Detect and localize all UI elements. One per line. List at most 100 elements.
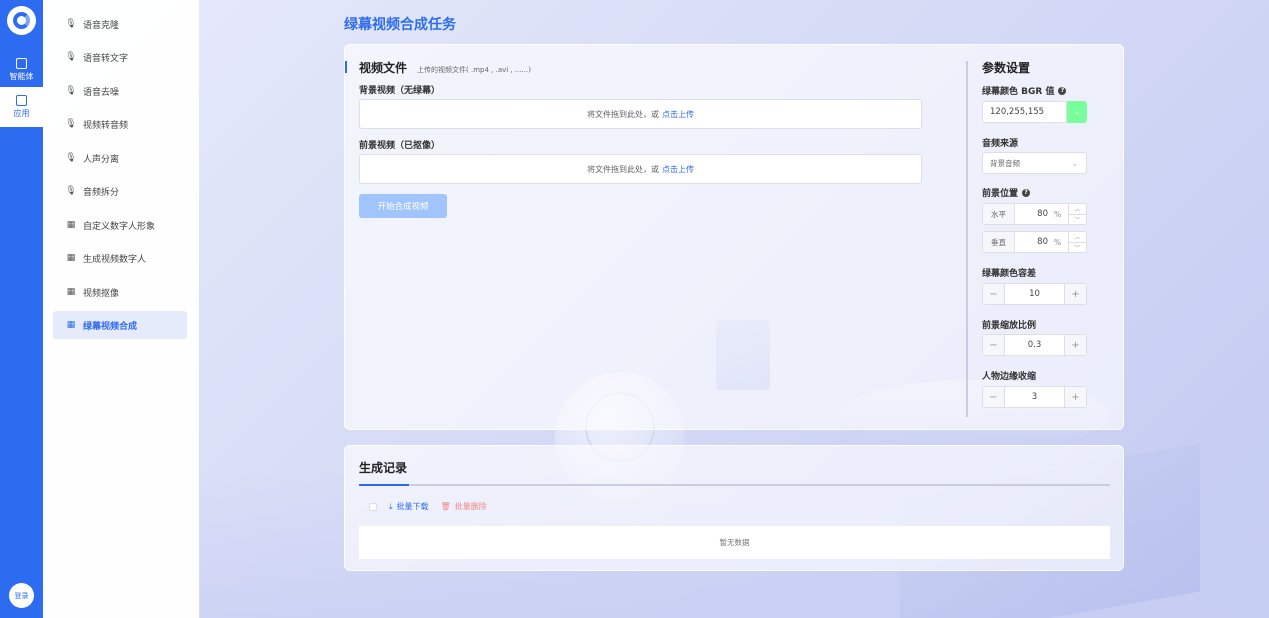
menu-item-label: 语音转文字 [83,53,129,64]
menu-item-label: 人声分离 [83,154,120,165]
menu-item-speech-to-text[interactable]: 🎙 语音转文字 [53,43,187,71]
film-icon: ▦ [66,287,76,297]
audio-source-select[interactable]: 背景音频 ⌄ [982,152,1087,174]
chevron-down-icon[interactable]: ﹀ [1069,213,1086,225]
menu-item-video-to-audio[interactable]: 🎙 视频转音频 [53,110,187,138]
robot-icon [16,58,27,69]
video-section-title: 视频文件 [359,61,408,75]
menu-item-denoise[interactable]: 🎙 语音去噪 [53,77,187,105]
mic-icon: 🎙 [65,119,77,129]
color-tolerance-label: 绿幕颜色容差 [982,269,1037,279]
chevron-down-icon: ⌄ [1074,108,1080,116]
color-bgr-label: 绿幕颜色 BGR 值 ? [982,84,1067,97]
edge-shrink-label: 人物边缘收缩 [982,372,1037,382]
mic-icon: 🎙 [65,52,77,62]
film-icon: ▦ [66,320,76,330]
chevron-up-icon[interactable]: ︿ [1069,204,1086,214]
edge-shrink-value[interactable]: 3 [1005,392,1064,402]
scale-ratio-label: 前景缩放比例 [982,321,1037,331]
edge-shrink-stepper[interactable]: − 3 + [982,386,1087,408]
rail-item-agent[interactable]: 智能体 [0,50,43,90]
color-picker-swatch[interactable]: ⌄ [1067,101,1087,123]
rail-item-label: 智能体 [9,72,34,81]
params-divider [966,61,968,417]
menu-item-generate-avatar-video[interactable]: ▦ 生成视频数字人 [53,244,187,272]
video-section-header: 视频文件 上传的视频文件( .mp4 , .avi , ......) [359,59,531,76]
upload-text: 将文件拖到此处，或 [587,164,659,174]
menu-item-label: 视频转音频 [83,120,129,131]
percent-unit: % [1054,209,1062,219]
menu-item-video-matting[interactable]: ▦ 视频抠像 [53,278,187,306]
rail-item-apps[interactable]: 应用 [0,87,43,127]
params-section-header: 参数设置 [982,59,1030,76]
foreground-position-label: 前景位置 ? [982,186,1031,199]
menu-item-label: 视频抠像 [83,288,120,299]
upload-text: 将文件拖到此处，或 [587,109,659,119]
vertical-value[interactable]: 80 [1015,237,1054,247]
menu-item-label: 生成视频数字人 [83,254,147,265]
menu-item-label: 音频拆分 [83,187,120,198]
foreground-video-upload[interactable]: 将文件拖到此处，或 点击上传 [359,154,922,184]
plus-icon[interactable]: + [1064,284,1086,304]
spinner: ︿ ﹀ [1068,232,1086,252]
start-compose-button[interactable]: 开始合成视频 [359,194,447,218]
help-icon[interactable]: ? [1058,86,1067,95]
vertical-position-input[interactable]: 垂直 80 % ︿ ﹀ [982,231,1087,253]
batch-delete-button[interactable]: 🗑 批量删除 [441,501,487,512]
minus-icon[interactable]: − [983,387,1005,407]
records-title: 生成记录 [359,461,408,475]
menu-item-voice-clone[interactable]: 🎙 语音克隆 [53,10,187,38]
download-icon: ⤓ [389,501,393,511]
horizontal-position-input[interactable]: 水平 80 % ︿ ﹀ [982,203,1087,225]
color-bgr-label-text: 绿幕颜色 BGR 值 [982,87,1055,97]
help-icon[interactable]: ? [1022,188,1031,197]
icon-rail: 智能体 应用 登录 [0,0,43,618]
section-accent-bar [345,61,347,73]
horizontal-value[interactable]: 80 [1015,209,1054,219]
percent-unit: % [1054,237,1062,247]
mic-icon: 🎙 [65,86,77,96]
spinner: ︿ ﹀ [1068,204,1086,224]
video-section-hint: 上传的视频文件( .mp4 , .avi , ......) [417,66,531,74]
plus-icon[interactable]: + [1064,335,1086,355]
audio-source-value: 背景音频 [990,158,1020,168]
background-video-label: 背景视频（无绿幕） [359,86,441,96]
mic-icon: 🎙 [65,19,77,29]
menu-item-vocal-separation[interactable]: 🎙 人声分离 [53,144,187,172]
records-tab-line [359,484,1110,486]
color-bgr-input[interactable]: 120,255,155 [982,101,1067,123]
horizontal-label: 水平 [983,204,1015,224]
rail-item-label: 应用 [13,109,30,118]
chevron-up-icon[interactable]: ︿ [1069,232,1086,242]
plus-icon[interactable]: + [1064,387,1086,407]
chevron-down-icon: ⌄ [1071,158,1078,168]
records-tab-active-bar [359,484,409,486]
records-toolbar: ⤓ 批量下载 🗑 批量删除 [369,501,499,512]
menu-item-label: 语音克隆 [83,20,120,31]
logo-icon[interactable] [7,6,36,35]
color-tolerance-stepper[interactable]: − 10 + [982,283,1087,305]
batch-download-button[interactable]: ⤓ 批量下载 [389,501,429,512]
page-title: 绿幕视频合成任务 [344,17,456,33]
foreground-video-label: 前景视频（已抠像） [359,141,441,151]
params-section-title: 参数设置 [982,61,1031,75]
menu-item-label: 绿幕视频合成 [83,321,138,332]
menu-item-custom-avatar[interactable]: ▦ 自定义数字人形象 [53,211,187,239]
sidebar-menu: 🎙 语音克隆 🎙 语音转文字 🎙 语音去噪 🎙 视频转音频 🎙 人声分离 🎙 音… [43,0,199,618]
upload-link[interactable]: 点击上传 [662,109,694,120]
menu-item-greenscreen-compose[interactable]: ▦ 绿幕视频合成 [53,311,187,339]
minus-icon[interactable]: − [983,284,1005,304]
menu-item-label: 语音去噪 [83,87,120,98]
select-all-checkbox[interactable] [369,502,377,511]
audio-source-label: 音频来源 [982,139,1019,149]
chevron-down-icon[interactable]: ﹀ [1069,241,1086,253]
login-button[interactable]: 登录 [9,583,34,608]
minus-icon[interactable]: − [983,335,1005,355]
scale-ratio-stepper[interactable]: − 0.3 + [982,334,1087,356]
upload-link[interactable]: 点击上传 [662,164,694,175]
foreground-position-label-text: 前景位置 [982,189,1019,199]
color-tolerance-value[interactable]: 10 [1005,289,1064,299]
menu-item-audio-split[interactable]: 🎙 音频拆分 [53,177,187,205]
background-video-upload[interactable]: 将文件拖到此处，或 点击上传 [359,99,922,129]
scale-ratio-value[interactable]: 0.3 [1005,340,1064,350]
